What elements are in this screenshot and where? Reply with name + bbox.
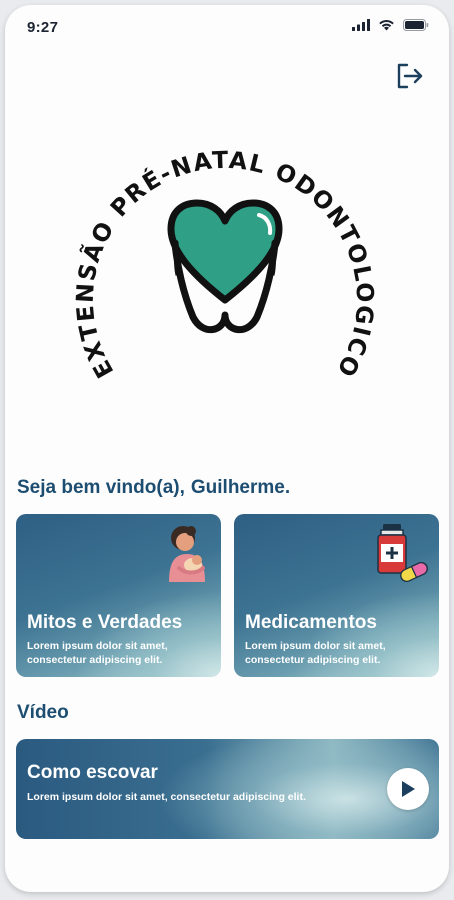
app-logo: EXTENSÃO PRÉ-NATAL ODONTOLÓGICO xyxy=(75,146,375,383)
card-title: Mitos e Verdades xyxy=(27,612,183,633)
welcome-message: Seja bem vindo(a), Guilherme. xyxy=(17,477,290,499)
logout-icon xyxy=(397,63,423,89)
app-screen: 9:27 EXT SÃO PRÉ-NATAL ODONTOL ICO Seja … xyxy=(5,5,449,892)
status-time: 9:27 xyxy=(27,19,59,36)
video-description: Lorem ipsum dolor sit amet, consectetur … xyxy=(27,791,306,803)
status-bar: 9:27 xyxy=(5,5,449,49)
play-button[interactable] xyxy=(387,768,429,810)
card-description: Lorem ipsum dolor sit amet, consectetur … xyxy=(245,640,386,666)
myths-truths-card[interactable]: Mitos e Verdades Lorem ipsum dolor sit a… xyxy=(16,514,221,677)
logout-button[interactable] xyxy=(393,59,427,93)
medications-card[interactable]: Medicamentos Lorem ipsum dolor sit amet,… xyxy=(234,514,439,677)
video-card[interactable]: Como escovar Lorem ipsum dolor sit amet,… xyxy=(16,739,439,839)
card-title: Medicamentos xyxy=(245,612,377,633)
play-icon xyxy=(402,781,415,797)
wifi-icon xyxy=(379,19,394,31)
medicine-bottle-pills-icon xyxy=(377,524,428,583)
battery-icon xyxy=(403,19,429,31)
welcome-user-name: Guilherme. xyxy=(190,477,291,498)
video-section-heading: Vídeo xyxy=(17,702,69,723)
heart-tooth-icon xyxy=(167,199,283,333)
status-icons xyxy=(352,19,429,31)
welcome-greeting: Seja bem vindo(a), xyxy=(17,477,185,498)
video-title: Como escovar xyxy=(27,762,158,783)
cellular-signal-icon xyxy=(352,19,370,31)
card-description: Lorem ipsum dolor sit amet, consectetur … xyxy=(27,640,168,666)
mother-baby-icon xyxy=(169,526,205,582)
